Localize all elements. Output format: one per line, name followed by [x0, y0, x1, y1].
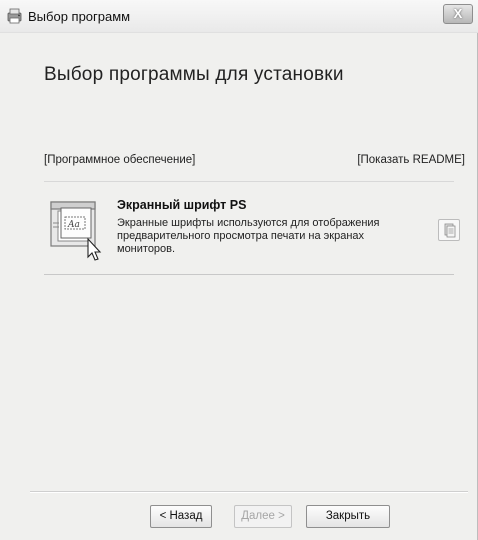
item-description: Экранные шрифты используются для отображ…: [117, 217, 380, 255]
show-readme-button[interactable]: [438, 219, 460, 241]
readme-document-icon: [439, 223, 459, 244]
close-button[interactable]: Закрыть: [306, 505, 390, 528]
close-icon: X: [453, 6, 463, 21]
title-bar[interactable]: Выбор программ X: [0, 0, 478, 33]
app-icon: [6, 7, 24, 25]
back-button[interactable]: < Назад: [150, 505, 212, 528]
font-software-icon[interactable]: Aa: [48, 197, 110, 263]
installer-window: Выбор программ X Выбор программы для уст…: [0, 0, 478, 540]
list-item-screen-font-ps: Aa Экранный шрифт PS Экранные шрифты исп…: [44, 182, 460, 275]
item-title: Экранный шрифт PS: [117, 198, 247, 212]
next-button[interactable]: Далее >: [234, 505, 292, 528]
window-title: Выбор программ: [28, 9, 131, 24]
page-title: Выбор программы для установки: [44, 64, 344, 85]
close-window-button[interactable]: X: [443, 4, 473, 24]
footer-divider: [30, 491, 468, 492]
show-readme-column-header: [Показать README]: [357, 154, 465, 166]
software-column-header: [Программное обеспечение]: [44, 154, 196, 166]
svg-text:Aa: Aa: [67, 220, 80, 230]
